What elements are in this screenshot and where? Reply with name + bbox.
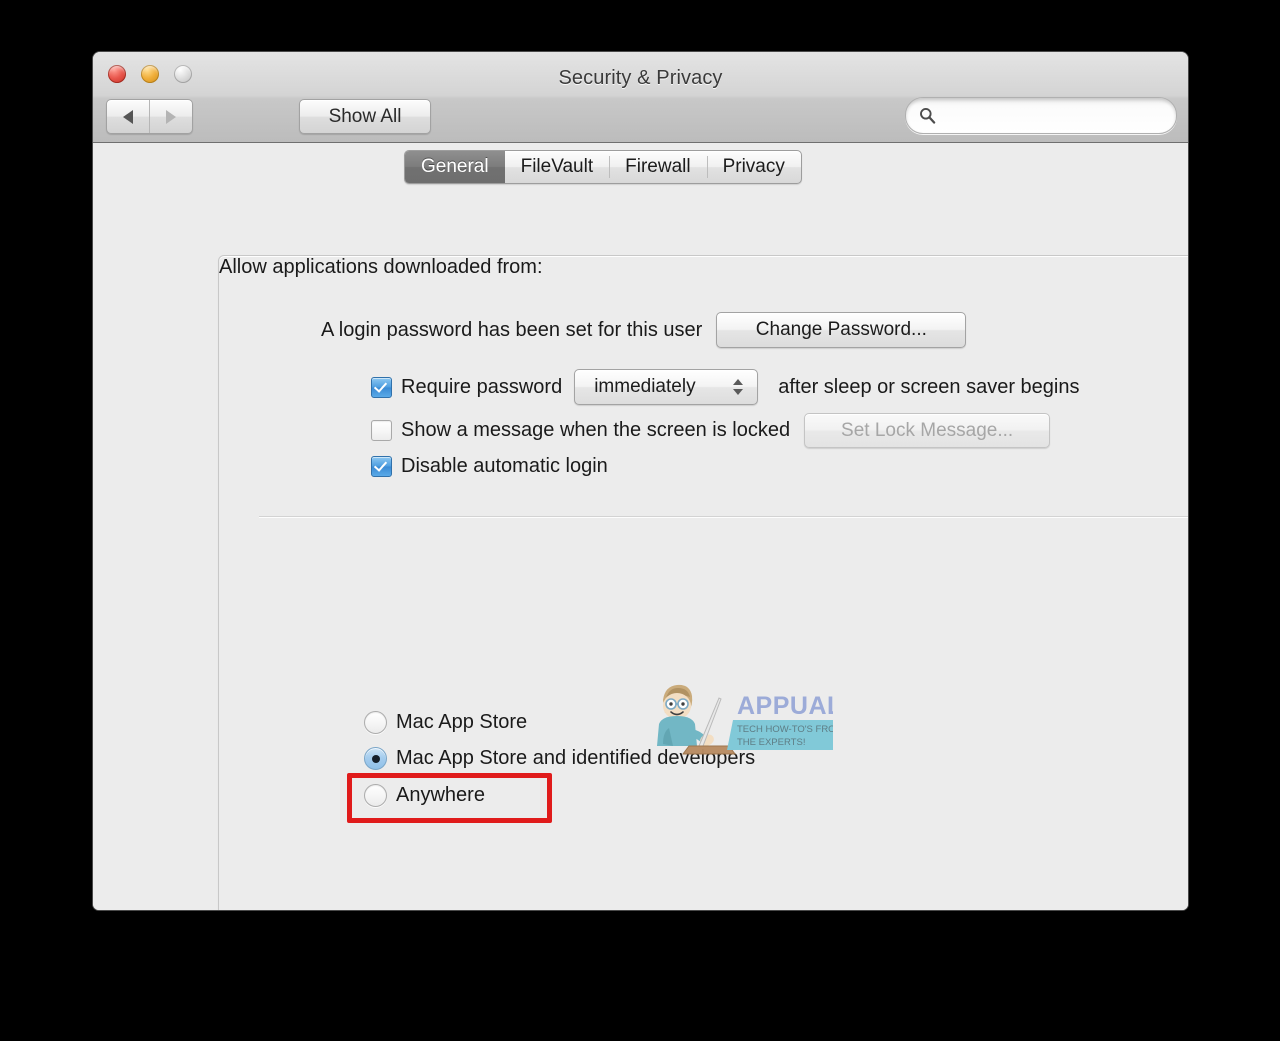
show-lock-message-row: Show a message when the screen is locked… (371, 413, 1051, 448)
section-divider (259, 516, 1188, 517)
require-password-interval-value: immediately (594, 376, 696, 397)
back-button[interactable] (107, 100, 149, 133)
radio-row-mac-app-store-identified-developers[interactable]: Mac App Store and identified developers (364, 747, 755, 770)
require-password-label: Require password (401, 375, 563, 398)
show-lock-message-checkbox[interactable] (371, 420, 392, 441)
require-password-interval-popup[interactable]: immediately (574, 369, 759, 405)
require-password-suffix-text: after sleep or screen saver begins (778, 375, 1080, 398)
tab-privacy[interactable]: Privacy (706, 151, 801, 183)
change-password-button[interactable]: Change Password... (716, 312, 967, 348)
radio-mac-app-store[interactable] (364, 711, 387, 734)
security-privacy-window: Security & Privacy Show All A login pass… (93, 52, 1188, 910)
radio-anywhere[interactable] (364, 784, 387, 807)
disable-automatic-login-label: Disable automatic login (401, 455, 608, 477)
window-titlebar: Security & Privacy Show All (93, 52, 1188, 143)
radio-label-mac-app-store-identified-developers: Mac App Store and identified developers (396, 747, 756, 769)
disable-automatic-login-checkbox[interactable] (371, 456, 392, 477)
search-field[interactable] (905, 97, 1177, 134)
show-lock-message-label: Show a message when the screen is locked (401, 419, 791, 441)
chevron-left-icon (123, 109, 133, 124)
stepper-arrows-icon (733, 379, 744, 395)
login-password-text: A login password has been set for this u… (321, 318, 703, 341)
chevron-down-icon (733, 389, 744, 395)
disable-automatic-login-row: Disable automatic login (371, 455, 608, 478)
tab-firewall[interactable]: Firewall (609, 151, 706, 183)
radio-row-mac-app-store[interactable]: Mac App Store (364, 711, 527, 734)
watermark-brand: APPUALS (737, 692, 833, 720)
preferences-panel: A login password has been set for this u… (218, 255, 1188, 910)
require-password-checkbox[interactable] (371, 376, 392, 398)
set-lock-message-button: Set Lock Message... (804, 413, 1051, 448)
show-all-button[interactable]: Show All (299, 99, 431, 134)
radio-label-anywhere: Anywhere (396, 784, 485, 806)
chevron-up-icon (733, 379, 744, 385)
watermark-tagline-1: TECH HOW-TO'S FROM (737, 724, 833, 735)
radio-mac-app-store-identified-developers[interactable] (364, 747, 387, 770)
login-password-row: A login password has been set for this u… (321, 312, 967, 348)
tab-filevault[interactable]: FileVault (505, 151, 610, 183)
screen-background: Security & Privacy Show All A login pass… (0, 0, 1280, 1041)
search-input[interactable] (943, 106, 1157, 125)
radio-label-mac-app-store: Mac App Store (396, 711, 528, 733)
require-password-row: Require password immediately after sleep… (371, 369, 1079, 405)
preferences-tab-bar[interactable]: General FileVault Firewall Privacy (404, 150, 802, 184)
forward-button (149, 100, 192, 133)
allow-applications-heading: Allow applications downloaded from: (219, 256, 543, 278)
radio-row-anywhere[interactable]: Anywhere (364, 784, 485, 807)
chevron-right-icon (166, 109, 176, 124)
back-forward-control[interactable] (106, 99, 193, 134)
window-title: Security & Privacy (558, 67, 723, 89)
window-body: A login password has been set for this u… (93, 143, 1188, 910)
tab-general[interactable]: General (405, 151, 505, 183)
search-icon (920, 108, 936, 124)
